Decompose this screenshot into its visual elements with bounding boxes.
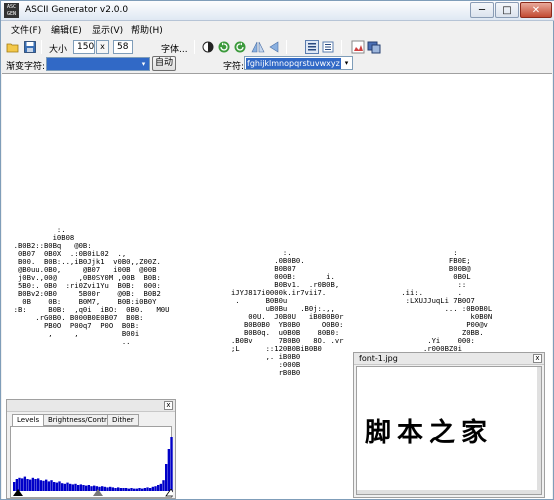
midpoint-handle[interactable]: [93, 489, 103, 496]
height-input[interactable]: 58: [113, 40, 133, 54]
edit-image-icon[interactable]: [351, 40, 365, 54]
chars-label: 字符:: [223, 62, 245, 72]
levels-panel: x Levels Brightness/Contrast Dither: [6, 399, 176, 499]
menu-file[interactable]: 文件(F): [11, 23, 41, 36]
horizontal-scrollbar[interactable]: [357, 490, 541, 494]
minimize-button[interactable]: ─: [470, 2, 494, 18]
histogram-bar: [170, 437, 173, 491]
app-logo-icon: ASC GEN: [4, 3, 19, 18]
invert-icon[interactable]: [201, 40, 215, 54]
width-input[interactable]: 150: [73, 40, 95, 54]
chevron-down-icon[interactable]: ▾: [341, 57, 352, 69]
rotate-left-icon[interactable]: [217, 40, 231, 54]
flip-vertical-icon[interactable]: [267, 40, 281, 54]
window-title: ASCII Generator v2.0.0: [25, 5, 129, 15]
view-mode-list-icon[interactable]: [305, 40, 319, 54]
chars-combo[interactable]: fghijklmnopqrstuvwxyz ▾: [244, 56, 353, 70]
menu-bar: 文件(F) 编辑(E) 显示(V) 帮助(H): [1, 21, 554, 37]
auto-button[interactable]: 自动: [152, 56, 176, 71]
preview-image[interactable]: 脚本之家: [356, 366, 542, 495]
ascii-art-block: :. i0B08 .B0B2::B0Bq @0B: 0B07 0B0X .:0B…: [13, 225, 170, 346]
chevron-down-icon[interactable]: ▾: [138, 58, 149, 70]
secondary-toolbar: 渐变字符: ▾ 自动 字符: fghijklmnopqrstuvwxyz ▾: [1, 56, 554, 72]
black-point-handle[interactable]: [13, 489, 23, 496]
preview-image-text: 脚本之家: [365, 418, 494, 448]
size-label: 大小: [49, 45, 68, 55]
open-folder-icon[interactable]: [6, 40, 20, 54]
toolbar-separator: [341, 40, 342, 54]
levels-tab-body: [10, 426, 173, 498]
app-window: ASC GEN ASCII Generator v2.0.0 ─ □ ✕ 文件(…: [0, 0, 554, 500]
toolbar-separator: [194, 40, 195, 54]
white-point-handle[interactable]: [165, 489, 173, 497]
rotate-right-icon[interactable]: [233, 40, 247, 54]
ascii-art-block: : FB0E; B00B@ 0B0L :: .ii:. . :LXUJJuqLi…: [401, 248, 493, 353]
font-button[interactable]: 字体...: [161, 42, 188, 55]
vertical-scrollbar[interactable]: [537, 367, 541, 494]
export-image-icon[interactable]: [367, 40, 381, 54]
ascii-art-block: :. .0B0B0. B0B07 000B: i. B0Bv1. .r0B0B,…: [230, 248, 344, 377]
preview-panel-titlebar[interactable]: font-1.jpg: [354, 353, 544, 365]
histogram-chart: [13, 437, 173, 491]
histogram-bar: [167, 449, 171, 491]
menu-edit[interactable]: 编辑(E): [51, 23, 82, 36]
image-preview-panel: font-1.jpg x 脚本之家: [353, 352, 545, 498]
close-button[interactable]: ✕: [520, 2, 552, 18]
view-mode-text-icon[interactable]: [321, 40, 335, 54]
flip-horizontal-icon[interactable]: [251, 40, 265, 54]
save-icon[interactable]: [23, 40, 37, 54]
tab-dither[interactable]: Dither: [107, 414, 139, 426]
toolbar-separator: [41, 40, 42, 54]
histogram-bar: [165, 464, 168, 491]
main-toolbar: 大小 150 x 58 字体...: [1, 37, 554, 57]
levels-panel-close-button[interactable]: x: [164, 401, 173, 410]
title-bar[interactable]: ASC GEN ASCII Generator v2.0.0 ─ □ ✕: [1, 1, 554, 21]
gradient-chars-label: 渐变字符:: [6, 62, 46, 72]
gradient-chars-input[interactable]: ▾: [46, 57, 150, 71]
chars-input[interactable]: fghijklmnopqrstuvwxyz: [246, 58, 341, 69]
toolbar-separator: [286, 40, 287, 54]
dimension-link-button[interactable]: x: [96, 40, 109, 54]
menu-help[interactable]: 帮助(H): [131, 23, 163, 36]
preview-panel-close-button[interactable]: x: [533, 354, 542, 363]
levels-panel-titlebar[interactable]: [7, 400, 175, 412]
levels-slider-track[interactable]: [13, 489, 173, 497]
maximize-button[interactable]: □: [495, 2, 519, 18]
menu-view[interactable]: 显示(V): [92, 23, 123, 36]
